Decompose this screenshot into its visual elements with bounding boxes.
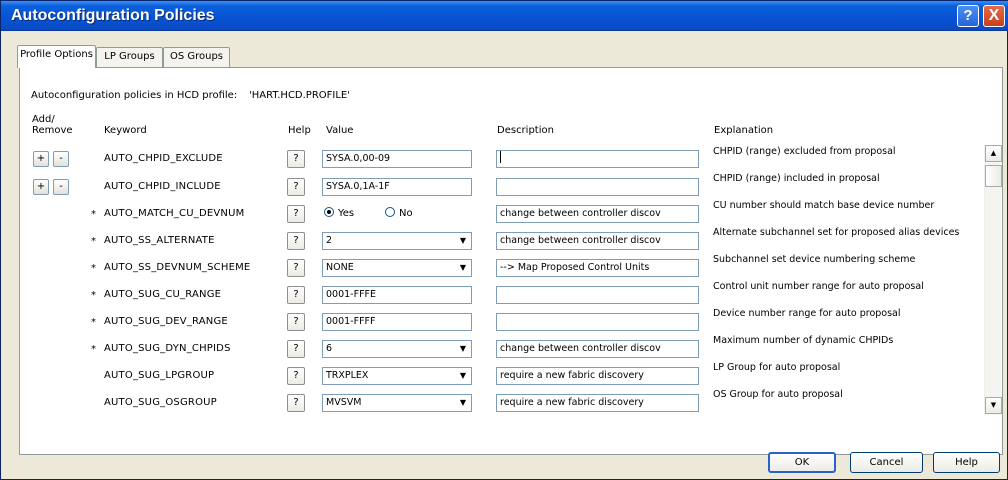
chevron-down-icon[interactable]: ▼ [456,396,470,410]
description-field[interactable]: require a new fabric discovery [496,394,699,412]
explanation-text: CU number should match base device numbe… [713,200,935,211]
chevron-down-icon[interactable]: ▼ [456,261,470,275]
value-field[interactable]: 0001-FFFF [322,313,472,331]
keyword-label: AUTO_SUG_DEV_RANGE [104,316,228,327]
description-field[interactable] [496,286,699,304]
radio-yes-indicator[interactable] [324,207,334,217]
value-combo[interactable]: TRXPLEX ▼ [322,367,472,385]
explanation-text: CHPID (range) excluded from proposal [713,146,896,157]
tab-os-groups[interactable]: OS Groups [163,47,230,67]
radio-yes-label: Yes [338,208,355,219]
required-marker: * [91,263,96,274]
keyword-label: AUTO_SUG_DYN_CHPIDS [104,343,231,354]
remove-button[interactable]: - [53,151,69,167]
required-marker: * [91,209,96,220]
keyword-label: AUTO_SS_DEVNUM_SCHEME [104,262,251,273]
help-button[interactable]: ? [287,232,305,250]
combo-value: 6 [326,343,333,354]
close-button[interactable]: X [983,5,1005,27]
help-button[interactable]: ? [287,150,305,168]
explanation-text: Control unit number range for auto propo… [713,281,924,292]
radio-no[interactable]: No [385,207,413,219]
keyword-label: AUTO_SS_ALTERNATE [104,235,215,246]
value-field[interactable]: SYSA.0,1A-1F [322,178,472,196]
description-field[interactable]: change between controller discov [496,232,699,250]
title-help-button[interactable]: ? [957,5,979,27]
value-field[interactable]: 0001-FFFE [322,286,472,304]
add-button[interactable]: + [33,179,49,195]
explanation-text: Alternate subchannel set for proposed al… [713,227,960,238]
required-marker: * [91,317,96,328]
description-field[interactable]: require a new fabric discovery [496,367,699,385]
keyword-label: AUTO_SUG_LPGROUP [104,370,215,381]
required-marker: * [91,344,96,355]
chevron-down-icon[interactable]: ▼ [456,234,470,248]
profile-value: 'HART.HCD.PROFILE' [249,90,351,101]
chevron-down-icon[interactable]: ▼ [456,369,470,383]
header-remove: Remove [32,125,73,136]
explanation-text: Device number range for auto proposal [713,308,901,319]
header-description: Description [497,125,554,136]
title-bar: Autoconfiguration Policies ? X [1,1,1008,31]
combo-value: MVSVM [326,397,362,408]
help-button[interactable]: ? [287,340,305,358]
radio-no-label: No [399,208,413,219]
ok-button[interactable]: OK [768,452,836,473]
keyword-label: AUTO_SUG_CU_RANGE [104,289,222,300]
scroll-up-icon[interactable]: ▲ [985,145,1002,162]
help-button[interactable]: ? [287,205,305,223]
value-combo[interactable]: 6 ▼ [322,340,472,358]
header-help: Help [288,125,311,136]
radio-no-indicator[interactable] [385,207,395,217]
header-value: Value [326,125,354,136]
help-button[interactable]: ? [287,286,305,304]
radio-yes[interactable]: Yes [324,207,354,219]
profile-label: Autoconfiguration policies in HCD profil… [31,90,238,101]
description-field[interactable] [496,150,699,168]
tab-profile-options[interactable]: Profile Options [17,45,96,68]
add-button[interactable]: + [33,151,49,167]
description-field[interactable]: change between controller discov [496,340,699,358]
explanation-text: OS Group for auto proposal [713,389,843,400]
combo-value: NONE [326,262,354,273]
header-keyword: Keyword [104,125,147,136]
scroll-thumb[interactable] [985,165,1002,187]
value-combo[interactable]: 2 ▼ [322,232,472,250]
chevron-down-icon[interactable]: ▼ [456,342,470,356]
tab-lp-groups[interactable]: LP Groups [96,47,163,67]
help-button[interactable]: ? [287,367,305,385]
help-dialog-button[interactable]: Help [933,452,1000,473]
remove-button[interactable]: - [53,179,69,195]
header-add: Add/ [32,114,55,125]
keyword-label: AUTO_CHPID_EXCLUDE [104,153,223,164]
value-field[interactable]: SYSA.0,00-09 [322,150,472,168]
explanation-text: Subchannel set device numbering scheme [713,254,916,265]
scroll-down-icon[interactable]: ▼ [985,397,1002,414]
vertical-scrollbar[interactable]: ▲ ▼ [984,145,1002,415]
value-combo[interactable]: NONE ▼ [322,259,472,277]
keyword-label: AUTO_MATCH_CU_DEVNUM [104,208,245,219]
combo-value: TRXPLEX [326,370,369,381]
window-title: Autoconfiguration Policies [11,7,215,24]
cancel-button[interactable]: Cancel [850,452,923,473]
keyword-label: AUTO_SUG_OSGROUP [104,397,217,408]
help-button[interactable]: ? [287,394,305,412]
help-button[interactable]: ? [287,313,305,331]
description-field[interactable] [496,178,699,196]
header-explanation: Explanation [714,125,774,136]
explanation-text: CHPID (range) included in proposal [713,173,880,184]
keyword-label: AUTO_CHPID_INCLUDE [104,181,221,192]
description-field[interactable]: change between controller discov [496,205,699,223]
combo-value: 2 [326,235,333,246]
description-field[interactable] [496,313,699,331]
explanation-text: LP Group for auto proposal [713,362,841,373]
help-button[interactable]: ? [287,178,305,196]
value-combo[interactable]: MVSVM ▼ [322,394,472,412]
required-marker: * [91,236,96,247]
dialog-window: Autoconfiguration Policies ? X Profile O… [0,0,1008,480]
help-button[interactable]: ? [287,259,305,277]
explanation-text: Maximum number of dynamic CHPIDs [713,335,894,346]
description-field[interactable]: --> Map Proposed Control Units [496,259,699,277]
required-marker: * [91,290,96,301]
